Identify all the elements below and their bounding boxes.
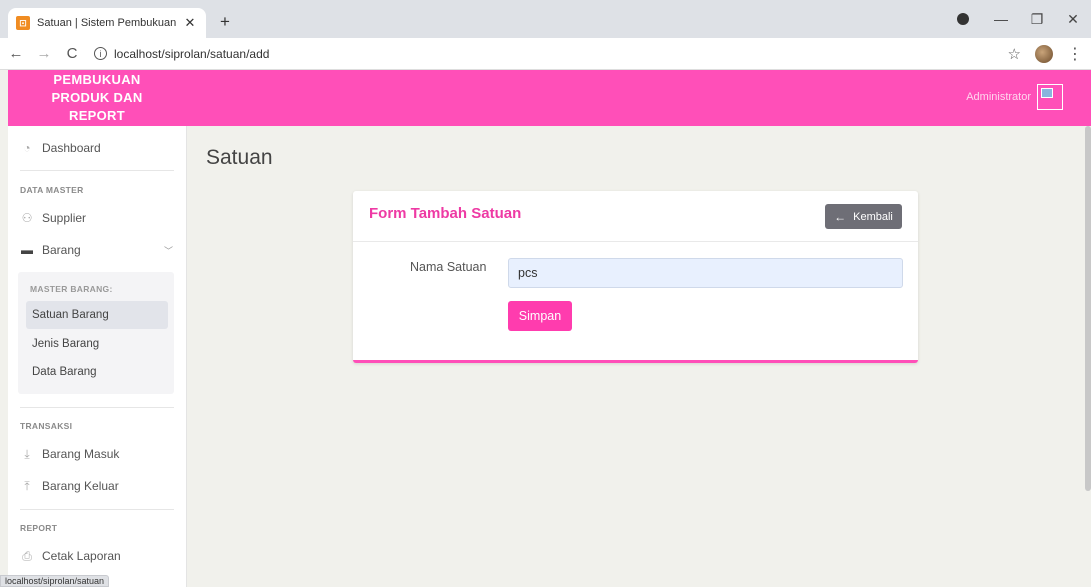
sidebar-item-supplier[interactable]: ⚇ Supplier (8, 203, 187, 233)
user-menu[interactable]: Administrator (966, 84, 1063, 110)
brand-title[interactable]: PEMBUKUAN PRODUK DAN REPORT (42, 70, 152, 126)
app-favicon-icon: ⊡ (16, 16, 30, 30)
browser-tab-bar: ⊡ Satuan | Sistem Pembukuan Prod ✕ + — ❐… (0, 0, 1091, 38)
section-report: REPORT (20, 523, 58, 533)
kembali-label: Kembali (853, 210, 893, 223)
simpan-button[interactable]: Simpan (508, 301, 572, 331)
url-text: localhost/siprolan/satuan/add (114, 46, 270, 61)
browser-tab[interactable]: ⊡ Satuan | Sistem Pembukuan Prod ✕ (8, 8, 206, 38)
window-controls: — ❐ ✕ (943, 0, 1091, 38)
nama-satuan-label: Nama Satuan (410, 260, 487, 274)
kembali-button[interactable]: ← Kembali (825, 204, 902, 229)
sidebar-item-barang[interactable]: ▬ Barang ﹀ (8, 235, 187, 265)
sidebar-item-label: Barang Keluar (42, 479, 119, 493)
user-name: Administrator (966, 91, 1031, 103)
back-arrow-icon[interactable]: ← (4, 45, 28, 62)
submenu-title: MASTER BARANG: (30, 284, 113, 294)
url-field[interactable]: i localhost/siprolan/satuan/add (94, 47, 269, 61)
close-window-icon[interactable]: ✕ (1055, 11, 1091, 28)
sidebar-item-data-barang[interactable]: Data Barang (26, 358, 168, 386)
sidebar-divider (20, 170, 174, 171)
sidebar-item-barang-masuk[interactable]: ⤓ Barang Masuk (8, 439, 187, 469)
address-bar-actions: ☆ ⋮ (1008, 38, 1083, 70)
sidebar-item-label: Barang Masuk (42, 447, 120, 461)
address-bar: ← → C i localhost/siprolan/satuan/add ☆ … (0, 38, 1091, 70)
sidebar-item-label: Cetak Laporan (42, 549, 121, 563)
card-title: Form Tambah Satuan (369, 205, 522, 222)
profile-icon[interactable] (957, 13, 969, 25)
sidebar-divider (20, 509, 174, 510)
tab-close-icon[interactable]: ✕ (182, 15, 198, 31)
sidebar-item-barang-keluar[interactable]: ⤒ Barang Keluar (8, 471, 187, 501)
arrow-left-icon: ← (834, 209, 847, 224)
menu-dots-icon[interactable]: ⋮ (1067, 44, 1083, 64)
user-avatar-image (1037, 84, 1063, 110)
sidebar-item-label: Supplier (42, 211, 87, 225)
sidebar-divider (20, 407, 174, 408)
chevron-down-icon: ﹀ (163, 245, 173, 256)
app-header: PEMBUKUAN PRODUK DAN REPORT Administrato… (8, 70, 1091, 126)
forward-arrow-icon[interactable]: → (32, 45, 56, 62)
submenu-master-barang: MASTER BARANG: Satuan Barang Jenis Baran… (18, 272, 174, 394)
nama-satuan-input[interactable] (508, 258, 903, 288)
sidebar-item-label: Barang (42, 243, 81, 257)
section-transaksi: TRANSAKSI (20, 421, 73, 431)
user-avatar-icon[interactable] (1035, 45, 1053, 63)
minimize-icon[interactable]: — (983, 11, 1019, 27)
sidebar-item-jenis-barang[interactable]: Jenis Barang (26, 330, 168, 358)
page-title: Satuan (206, 146, 273, 169)
form-card: Form Tambah Satuan ← Kembali Nama Satuan… (353, 191, 918, 363)
sidebar: ◔ Dashboard DATA MASTER ⚇ Supplier ▬ Bar… (8, 126, 187, 587)
sidebar-item-cetak-laporan[interactable]: ⎙ Cetak Laporan (8, 541, 187, 571)
sidebar-item-label: Dashboard (42, 141, 101, 155)
folder-icon: ▬ (21, 243, 33, 257)
status-bar: localhost/siprolan/satuan (0, 575, 110, 587)
card-header: Form Tambah Satuan ← Kembali (353, 191, 918, 242)
sidebar-item-satuan-barang[interactable]: Satuan Barang (26, 301, 168, 329)
sidebar-item-dashboard[interactable]: ◔ Dashboard (8, 133, 187, 163)
section-data-master: DATA MASTER (20, 185, 84, 195)
page-scrollbar[interactable] (1085, 126, 1091, 491)
new-tab-button[interactable]: + (216, 12, 234, 32)
bookmark-star-icon[interactable]: ☆ (1008, 45, 1021, 63)
printer-icon: ⎙ (22, 548, 32, 563)
info-icon[interactable]: i (94, 47, 107, 60)
users-icon: ⚇ (21, 211, 33, 225)
reload-icon[interactable]: C (60, 45, 84, 62)
tab-title: Satuan | Sistem Pembukuan Prod (37, 17, 178, 29)
dashboard-icon: ◔ (23, 141, 31, 155)
upload-icon: ⤒ (24, 478, 30, 493)
restore-icon[interactable]: ❐ (1019, 11, 1055, 28)
download-icon: ⤓ (24, 446, 30, 461)
